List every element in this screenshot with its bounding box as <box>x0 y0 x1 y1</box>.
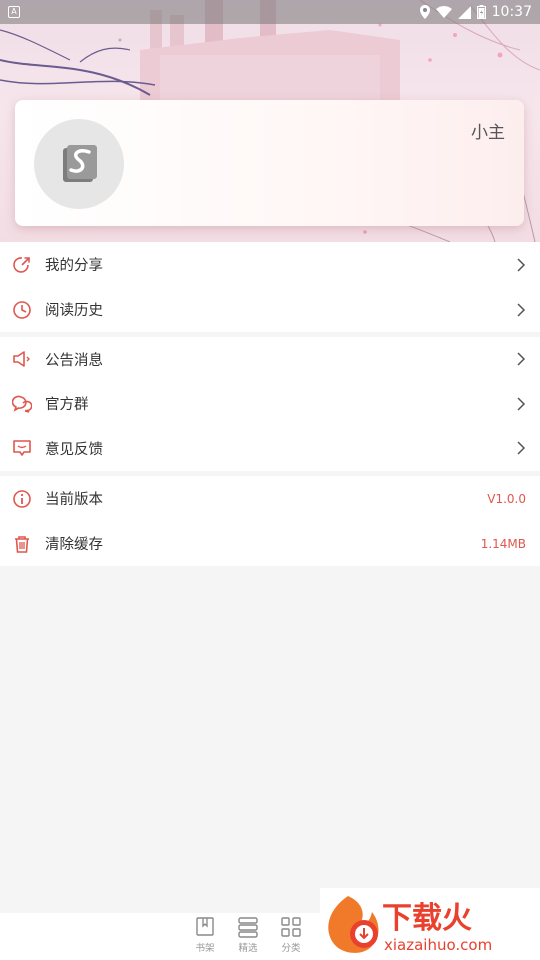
clock-icon <box>12 300 32 320</box>
profile-header: 小主 <box>0 0 540 242</box>
signal-icon <box>457 5 471 19</box>
menu-item-official-group[interactable]: 官方群 <box>0 382 540 427</box>
menu-label: 清除缓存 <box>45 537 103 553</box>
status-time: 10:37 <box>491 4 532 20</box>
version-value: V1.0.0 <box>487 491 526 506</box>
location-icon <box>419 5 430 19</box>
cache-size-value: 1.14MB <box>480 536 526 551</box>
avatar[interactable] <box>34 119 124 209</box>
featured-icon <box>238 917 258 938</box>
chevron-right-icon <box>517 441 526 456</box>
notification-icon: A <box>8 6 20 18</box>
menu-item-my-share[interactable]: 我的分享 <box>0 242 540 287</box>
chevron-right-icon <box>517 257 526 272</box>
info-icon <box>12 489 32 509</box>
menu-item-announcements[interactable]: 公告消息 <box>0 337 540 382</box>
watermark-url: xiazaihuo.com <box>384 936 492 954</box>
nav-label: 分类 <box>281 943 301 954</box>
share-icon <box>12 255 32 275</box>
category-icon <box>281 917 301 937</box>
menu-label: 官方群 <box>45 397 89 414</box>
speaker-icon <box>12 349 32 369</box>
chevron-right-icon <box>517 352 526 366</box>
username[interactable]: 小主 <box>471 118 505 143</box>
nav-label: 书架 <box>195 943 215 954</box>
wifi-icon <box>435 6 452 18</box>
nav-tab-category[interactable]: 分类 <box>271 916 311 954</box>
nav-tab-featured[interactable]: 精选 <box>228 916 268 954</box>
menu-label: 公告消息 <box>45 352 103 369</box>
watermark: 下载火 xiazaihuo.com <box>320 888 540 960</box>
menu-item-feedback[interactable]: 意见反馈 <box>0 426 540 471</box>
trash-icon <box>12 534 32 554</box>
battery-icon <box>476 5 486 19</box>
menu-label: 阅读历史 <box>45 303 103 319</box>
menu-item-version[interactable]: 当前版本 V1.0.0 <box>0 476 540 521</box>
nav-tab-bookshelf[interactable]: 书架 <box>185 916 225 954</box>
nav-label: 精选 <box>238 943 258 954</box>
menu-group-app: 当前版本 V1.0.0 清除缓存 1.14MB <box>0 476 540 566</box>
menu-label: 意见反馈 <box>45 441 103 458</box>
bookshelf-icon <box>196 917 214 936</box>
app-logo-icon <box>63 145 97 182</box>
watermark-title: 下载火 <box>382 901 472 936</box>
chat-bubbles-icon <box>12 394 32 414</box>
status-bar: A 10:37 <box>0 0 540 24</box>
feedback-icon <box>12 438 32 458</box>
chevron-right-icon <box>517 397 526 411</box>
menu-item-clear-cache[interactable]: 清除缓存 1.14MB <box>0 521 540 566</box>
menu-group-community: 公告消息 官方群 意见反馈 <box>0 337 540 471</box>
menu-label: 当前版本 <box>45 492 103 508</box>
menu-item-reading-history[interactable]: 阅读历史 <box>0 287 540 332</box>
chevron-right-icon <box>517 302 526 317</box>
profile-card[interactable]: 小主 <box>15 100 524 226</box>
menu-label: 我的分享 <box>45 258 103 274</box>
menu-group-account: 我的分享 阅读历史 <box>0 242 540 332</box>
